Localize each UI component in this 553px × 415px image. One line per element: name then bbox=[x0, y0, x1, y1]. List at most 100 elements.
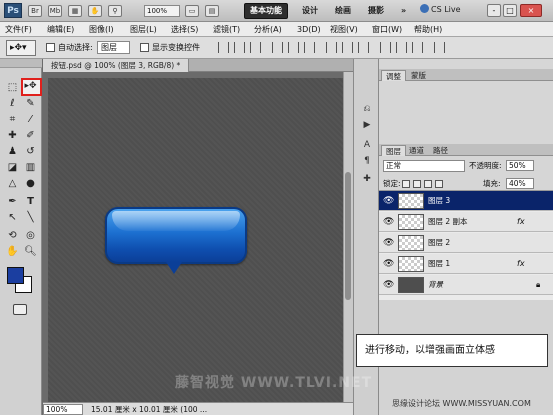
tab-layers[interactable]: 图层 bbox=[381, 145, 406, 156]
menu-3d[interactable]: 3D(D) bbox=[297, 24, 321, 35]
workspace-painting-button[interactable]: 绘画 bbox=[329, 3, 357, 19]
eraser-tool-icon[interactable]: ◪ bbox=[6, 161, 19, 174]
distribute-vcenter-icon[interactable] bbox=[342, 42, 353, 53]
auto-select-dropdown[interactable]: 图层 bbox=[97, 41, 130, 54]
lasso-tool-icon[interactable]: ℓ bbox=[6, 97, 19, 110]
minimize-button[interactable]: - bbox=[487, 4, 501, 17]
lock-transparency-icon[interactable] bbox=[402, 180, 410, 188]
tool-preset-picker[interactable]: ▸✥▾ bbox=[6, 40, 36, 56]
blend-mode-dropdown[interactable]: 正常 bbox=[383, 160, 465, 172]
menu-image[interactable]: 图像(I) bbox=[89, 24, 114, 35]
fx-icon[interactable]: fx bbox=[517, 258, 525, 269]
screen-mode-icon[interactable]: ▭ bbox=[185, 5, 199, 17]
mini-bridge-icon[interactable]: Mb bbox=[48, 5, 62, 17]
dodge-tool-icon[interactable]: ● bbox=[24, 177, 37, 190]
layer-row[interactable]: 👁︎ 背景 🔒︎ bbox=[379, 275, 553, 295]
zoom-level-field[interactable]: 100% bbox=[144, 5, 180, 17]
menu-select[interactable]: 选择(S) bbox=[171, 24, 198, 35]
align-hcenter-icon[interactable] bbox=[288, 42, 299, 53]
distribute-left-icon[interactable] bbox=[380, 42, 391, 53]
hand-tool-icon[interactable]: ✋ bbox=[6, 245, 19, 258]
foreground-color-swatch-top[interactable] bbox=[7, 267, 24, 284]
tab-masks[interactable]: 蒙版 bbox=[407, 70, 430, 81]
menu-layer[interactable]: 图层(L) bbox=[130, 24, 157, 35]
workspace-more-icon[interactable]: » bbox=[395, 3, 412, 19]
blur-tool-icon[interactable]: △ bbox=[6, 177, 19, 190]
character-panel-icon[interactable]: A bbox=[360, 139, 374, 151]
menu-window[interactable]: 窗口(W) bbox=[372, 24, 402, 35]
gradient-tool-icon[interactable]: ▥ bbox=[24, 161, 37, 174]
workspace-design-button[interactable]: 设计 bbox=[296, 3, 324, 19]
tab-adjustments[interactable]: 调整 bbox=[381, 70, 406, 81]
quick-select-tool-icon[interactable]: ✎ bbox=[24, 97, 37, 110]
pen-tool-icon[interactable]: ✒ bbox=[6, 195, 19, 208]
hand-icon[interactable]: ✋ bbox=[88, 5, 102, 17]
align-bottom-icon[interactable] bbox=[250, 42, 261, 53]
status-zoom-field[interactable]: 100% bbox=[43, 404, 83, 415]
quick-mask-icon[interactable] bbox=[13, 304, 27, 315]
auto-align-icon[interactable] bbox=[434, 42, 445, 53]
view-extras-icon[interactable]: ▦ bbox=[68, 5, 82, 17]
layer-row[interactable]: 👁︎ 图层 3 bbox=[379, 191, 553, 211]
auto-select-checkbox[interactable] bbox=[46, 43, 55, 52]
menu-edit[interactable]: 编辑(E) bbox=[47, 24, 74, 35]
paragraph-panel-icon[interactable]: ¶ bbox=[360, 155, 374, 167]
layer-row[interactable]: 👁︎ 图层 2 副本 fx bbox=[379, 212, 553, 232]
crop-tool-icon[interactable]: ⌗ bbox=[6, 113, 19, 126]
distribute-bottom-icon[interactable] bbox=[358, 42, 369, 53]
workspace-photography-button[interactable]: 摄影 bbox=[362, 3, 390, 19]
move-tool-icon[interactable]: ▸✥ bbox=[24, 80, 37, 93]
eye-icon[interactable]: 👁︎ bbox=[383, 217, 394, 227]
actions-panel-icon[interactable]: ▶ bbox=[360, 119, 374, 131]
history-brush-tool-icon[interactable]: ↺ bbox=[24, 145, 37, 158]
menu-analysis[interactable]: 分析(A) bbox=[254, 24, 282, 35]
marquee-tool-icon[interactable]: ⬚ bbox=[6, 81, 19, 94]
layer-row[interactable]: 👁︎ 图层 1 fx bbox=[379, 254, 553, 274]
lock-pixels-icon[interactable] bbox=[413, 180, 421, 188]
align-top-icon[interactable] bbox=[218, 42, 229, 53]
distribute-hcenter-icon[interactable] bbox=[396, 42, 407, 53]
cs-live-button[interactable]: CS Live bbox=[420, 3, 478, 19]
tools-panel-grip[interactable] bbox=[0, 59, 42, 68]
menu-view[interactable]: 视图(V) bbox=[330, 24, 358, 35]
tool-presets-icon[interactable]: ✚ bbox=[360, 173, 374, 185]
type-tool-icon[interactable]: T bbox=[24, 195, 37, 208]
distribute-right-icon[interactable] bbox=[412, 42, 423, 53]
align-vcenter-icon[interactable] bbox=[234, 42, 245, 53]
3d-rotate-tool-icon[interactable]: ⟲ bbox=[6, 229, 19, 242]
layer-row[interactable]: 👁︎ 图层 2 bbox=[379, 233, 553, 253]
history-panel-icon[interactable]: ⎌ bbox=[360, 103, 374, 115]
align-left-icon[interactable] bbox=[272, 42, 283, 53]
lock-all-icon[interactable] bbox=[435, 180, 443, 188]
zoom-icon[interactable]: ⚲ bbox=[108, 5, 122, 17]
bridge-icon[interactable]: Br bbox=[28, 5, 42, 17]
menu-filter[interactable]: 滤镜(T) bbox=[213, 24, 240, 35]
fx-icon[interactable]: fx bbox=[517, 216, 525, 227]
3d-orbit-tool-icon[interactable]: ◎ bbox=[24, 229, 37, 242]
workspace-essentials-button[interactable]: 基本功能 bbox=[244, 3, 288, 19]
clone-stamp-tool-icon[interactable]: ♟ bbox=[6, 145, 19, 158]
eye-icon[interactable]: 👁︎ bbox=[383, 280, 394, 290]
distribute-top-icon[interactable] bbox=[326, 42, 337, 53]
close-button[interactable]: × bbox=[520, 4, 542, 17]
eye-icon[interactable]: 👁︎ bbox=[383, 238, 394, 248]
document-tab[interactable]: 按钮.psd @ 100% (图层 3, RGB/8) * bbox=[43, 59, 190, 72]
eye-icon[interactable]: 👁︎ bbox=[383, 259, 394, 269]
align-right-icon[interactable] bbox=[304, 42, 315, 53]
opacity-field[interactable]: 50% bbox=[506, 160, 534, 171]
eyedropper-tool-icon[interactable]: ⁄ bbox=[24, 113, 37, 126]
show-transform-checkbox[interactable] bbox=[140, 43, 149, 52]
zoom-tool-icon[interactable]: 🔍︎ bbox=[24, 245, 37, 258]
healing-brush-tool-icon[interactable]: ✚ bbox=[6, 129, 19, 142]
tab-paths[interactable]: 路径 bbox=[429, 145, 452, 156]
fill-field[interactable]: 40% bbox=[506, 178, 534, 189]
shape-tool-icon[interactable]: ╲ bbox=[24, 211, 37, 224]
maximize-button[interactable]: □ bbox=[503, 4, 517, 17]
menu-file[interactable]: 文件(F) bbox=[5, 24, 32, 35]
brush-tool-icon[interactable]: ✐ bbox=[24, 129, 37, 142]
eye-icon[interactable]: 👁︎ bbox=[383, 196, 394, 206]
tab-channels[interactable]: 通道 bbox=[405, 145, 428, 156]
vertical-scroll-thumb[interactable] bbox=[345, 172, 351, 300]
arrange-documents-icon[interactable]: ▤ bbox=[205, 5, 219, 17]
path-select-tool-icon[interactable]: ↖ bbox=[6, 211, 19, 224]
